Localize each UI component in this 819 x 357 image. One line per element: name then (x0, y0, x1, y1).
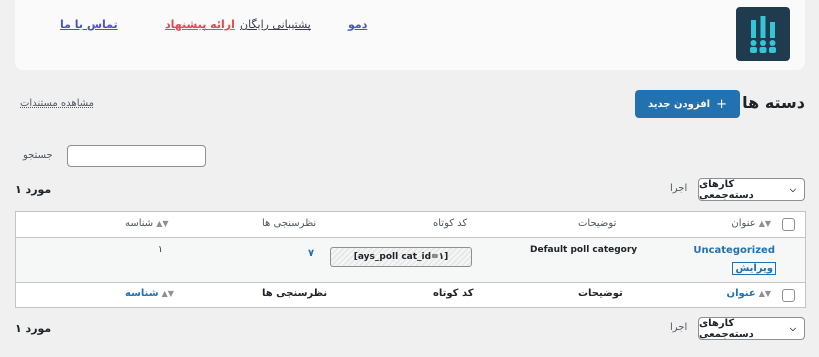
category-id: ۱ (158, 245, 163, 255)
sort-icon: ▲▼ (758, 219, 771, 228)
chevron-down-icon: ⌵ (789, 323, 796, 333)
edit-link[interactable]: ویرایش (732, 262, 776, 275)
item-count-bottom: ۱ مورد (15, 322, 52, 335)
contact-link[interactable]: تماس با ما (60, 18, 118, 31)
table-header: عنوان ▲▼ توضیحات کد کوتاه نظرسنجی ها شناس… (16, 212, 805, 238)
top-bar (15, 0, 805, 70)
categories-table: عنوان ▲▼ توضیحات کد کوتاه نظرسنجی ها شناس… (15, 211, 806, 308)
select-all-checkbox[interactable] (782, 218, 795, 231)
column-header-description: توضیحات (578, 218, 617, 229)
category-description: Default poll category (530, 245, 638, 255)
column-footer-description: توضیحات (578, 288, 623, 299)
search-label: جستجو (23, 150, 53, 161)
support-link[interactable]: پشتیبانی رایگان (240, 18, 311, 31)
apply-button[interactable]: اجرا (670, 183, 687, 194)
polls-count-link[interactable]: ۷ (308, 248, 314, 259)
table-row: Uncategorized ویرایش Default poll catego… (16, 238, 805, 283)
sort-icon: ▲▼ (156, 219, 169, 228)
demo-link[interactable]: دمو (348, 18, 367, 31)
chevron-down-icon: ⌵ (789, 184, 796, 194)
bulk-actions-label: کارهای دسته‌جمعی (699, 317, 754, 340)
column-footer-polls: نظرسنجی ها (262, 288, 328, 299)
column-header-shortcode: کد کوتاه (433, 218, 468, 229)
add-new-label: افزودن جدید (648, 98, 711, 110)
category-title-link[interactable]: Uncategorized (693, 245, 775, 256)
search-input[interactable] (67, 145, 206, 167)
apply-button-bottom[interactable]: اجرا (670, 322, 687, 333)
column-footer-title[interactable]: عنوان ▲▼ (727, 288, 771, 299)
column-header-polls: نظرسنجی ها (262, 218, 317, 229)
item-count: ۱ مورد (15, 183, 52, 196)
select-all-checkbox-bottom[interactable] (782, 289, 795, 302)
sort-icon: ▲▼ (758, 289, 771, 298)
column-header-title[interactable]: عنوان ▲▼ (731, 218, 771, 229)
page-title: دسته ها (742, 93, 805, 112)
plus-icon: + (716, 96, 727, 112)
plugin-logo[interactable] (736, 7, 790, 61)
column-footer-shortcode: کد کوتاه (433, 288, 474, 299)
table-footer: عنوان ▲▼ توضیحات کد کوتاه نظرسنجی ها شناس… (16, 283, 805, 308)
shortcode-field[interactable]: [ays_poll cat_id=۱] (330, 247, 472, 267)
bulk-actions-label: کارهای دسته‌جمعی (699, 178, 754, 201)
column-header-id[interactable]: شناسه ▲▼ (125, 218, 169, 229)
poll-logo-icon (750, 16, 776, 53)
offer-link[interactable]: ارائه پیشنهاد (165, 18, 235, 31)
bulk-actions-select-bottom[interactable]: کارهای دسته‌جمعی ⌵ (698, 317, 805, 340)
sort-icon: ▲▼ (161, 289, 174, 298)
add-new-button[interactable]: افزودن جدید + (635, 90, 740, 118)
docs-link[interactable]: مشاهده مستندات (20, 98, 94, 109)
column-footer-id[interactable]: شناسه ▲▼ (125, 288, 174, 299)
bulk-actions-select[interactable]: کارهای دسته‌جمعی ⌵ (698, 178, 805, 201)
